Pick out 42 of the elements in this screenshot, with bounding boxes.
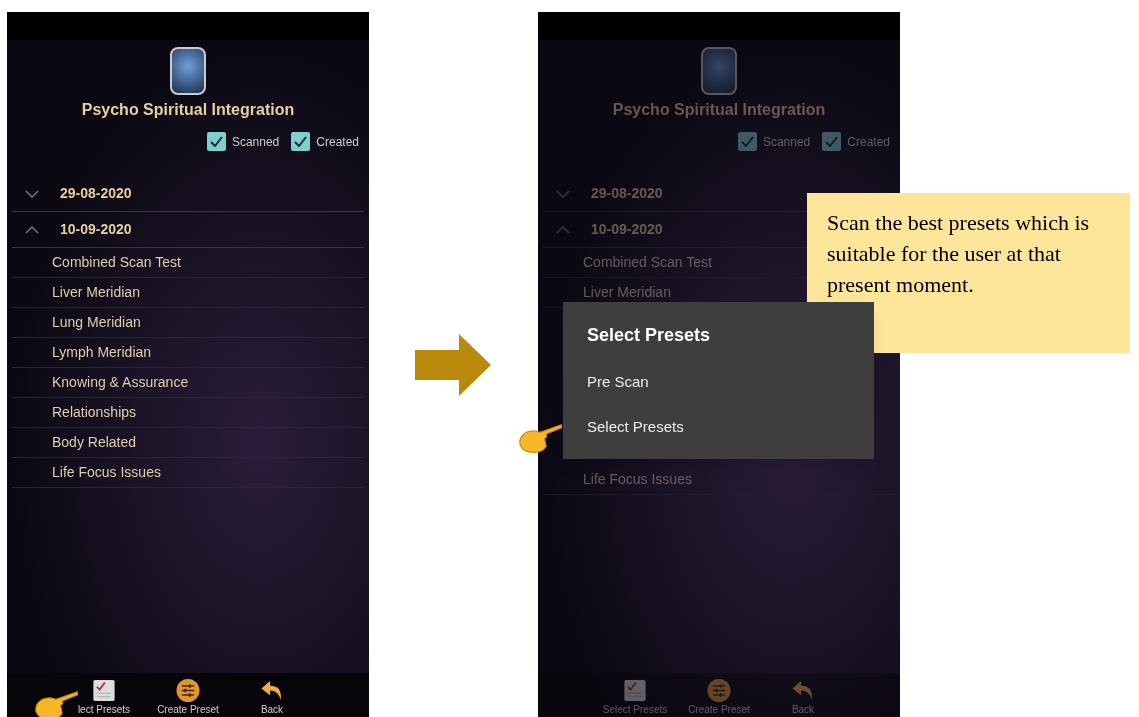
- date-header[interactable]: 10-09-2020: [60, 219, 132, 240]
- dialog-title: Select Presets: [587, 324, 711, 347]
- checklist-icon: [91, 679, 117, 702]
- app-title: Psycho Spiritual Integration: [81, 100, 295, 120]
- list-item[interactable]: Combined Scan Test: [52, 252, 181, 273]
- app-logo: [170, 47, 206, 95]
- right-arrow-icon: [415, 333, 491, 396]
- list-item[interactable]: Knowing & Assurance: [52, 372, 189, 393]
- list-item[interactable]: Relationships: [52, 402, 137, 423]
- checkbox[interactable]: [206, 132, 226, 151]
- checkbox-label: Scanned: [231, 133, 280, 151]
- list-item[interactable]: Lymph Meridian: [52, 342, 152, 363]
- list-item[interactable]: Life Focus Issues: [52, 462, 161, 483]
- checkbox-label: Created: [847, 133, 890, 151]
- checkbox[interactable]: [822, 132, 842, 151]
- nav-label[interactable]: Create Preset: [157, 702, 219, 717]
- sliders-icon: [175, 679, 201, 702]
- dialog-option[interactable]: Pre Scan: [587, 371, 649, 394]
- list-item[interactable]: Lung Meridian: [52, 312, 141, 333]
- checkmark-icon: [740, 136, 754, 147]
- date-header[interactable]: 29-08-2020: [60, 183, 132, 204]
- back-arrow-icon: [791, 679, 815, 702]
- sliders-icon: [706, 679, 732, 702]
- list-item[interactable]: Liver Meridian: [52, 282, 140, 303]
- app-logo: [701, 47, 737, 95]
- checkbox[interactable]: [291, 132, 311, 151]
- checkbox-label: Scanned: [762, 133, 811, 151]
- callout-note: Scan the best presets which is suitable for the user at that present moment.: [807, 193, 1130, 353]
- chevron-up-icon[interactable]: [25, 225, 39, 234]
- checkbox-label: Created: [316, 133, 359, 151]
- nav-label[interactable]: Back: [260, 702, 284, 717]
- nav-label[interactable]: lect Presets: [77, 702, 131, 717]
- checklist-icon: [622, 679, 648, 702]
- app-title: Psycho Spiritual Integration: [612, 100, 826, 120]
- checkmark-icon: [825, 136, 839, 147]
- list-item[interactable]: Body Related: [52, 432, 137, 453]
- checkmark-icon: [294, 136, 308, 147]
- dialog-option[interactable]: Select Presets: [587, 415, 684, 438]
- back-arrow-icon: [260, 679, 284, 702]
- checkbox[interactable]: [737, 132, 757, 151]
- chevron-down-icon[interactable]: [25, 189, 39, 198]
- checkmark-icon: [209, 136, 223, 147]
